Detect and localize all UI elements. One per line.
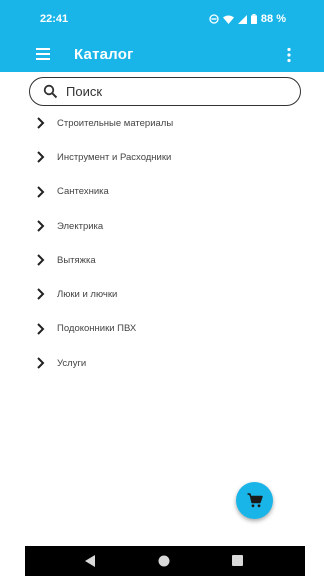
wifi-icon — [222, 15, 234, 24]
list-item[interactable]: Люки и лючки — [0, 277, 324, 311]
category-list: Строительные материалы Инструмент и Расх… — [0, 106, 324, 380]
signal-icon — [237, 14, 247, 24]
list-item-label: Строительные материалы — [57, 117, 174, 129]
status-time: 22:41 — [40, 13, 69, 25]
list-item-label: Сантехника — [57, 186, 109, 198]
cart-button[interactable] — [236, 482, 273, 519]
battery-icon — [250, 14, 257, 24]
chevron-right-icon — [37, 117, 45, 129]
back-icon[interactable] — [85, 555, 96, 567]
chevron-right-icon — [37, 357, 45, 369]
list-item-label: Услуги — [57, 357, 87, 369]
chevron-right-icon — [37, 254, 45, 266]
list-item-label: Вытяжка — [57, 254, 96, 266]
chevron-right-icon — [37, 151, 45, 164]
list-item[interactable]: Инструмент и Расходники — [0, 140, 324, 174]
page-title: Каталог — [74, 46, 134, 63]
toolbar: Каталог — [0, 38, 324, 72]
cart-icon — [247, 493, 263, 508]
list-item[interactable]: Сантехника — [0, 175, 324, 209]
search-bar[interactable] — [29, 77, 301, 106]
list-item-label: Люки и лючки — [57, 289, 118, 301]
list-item[interactable]: Услуги — [0, 346, 324, 380]
list-item-label: Инструмент и Расходники — [57, 151, 172, 163]
system-nav-bar — [25, 546, 305, 576]
list-item-label: Подоконники ПВХ — [57, 323, 137, 335]
home-icon[interactable] — [158, 555, 170, 567]
status-bar: 22:41 88 % — [0, 0, 324, 38]
recents-icon[interactable] — [232, 555, 243, 566]
status-icons: 88 % — [209, 13, 286, 25]
chevron-right-icon — [37, 220, 45, 232]
hamburger-menu-icon[interactable] — [36, 47, 52, 61]
chevron-right-icon — [37, 323, 45, 335]
list-item[interactable]: Электрика — [0, 209, 324, 243]
more-vertical-icon[interactable] — [284, 46, 294, 64]
search-icon — [43, 84, 58, 99]
app-bar: 22:41 88 % Каталог — [0, 0, 324, 72]
list-item[interactable]: Подоконники ПВХ — [0, 312, 324, 346]
chevron-right-icon — [37, 288, 45, 301]
list-item[interactable]: Вытяжка — [0, 243, 324, 277]
chevron-right-icon — [37, 185, 45, 198]
list-item[interactable]: Строительные материалы — [0, 106, 324, 140]
search-input[interactable] — [66, 81, 286, 102]
do-not-disturb-icon — [209, 14, 219, 24]
battery-level: 88 % — [260, 13, 286, 25]
list-item-label: Электрика — [57, 220, 104, 232]
